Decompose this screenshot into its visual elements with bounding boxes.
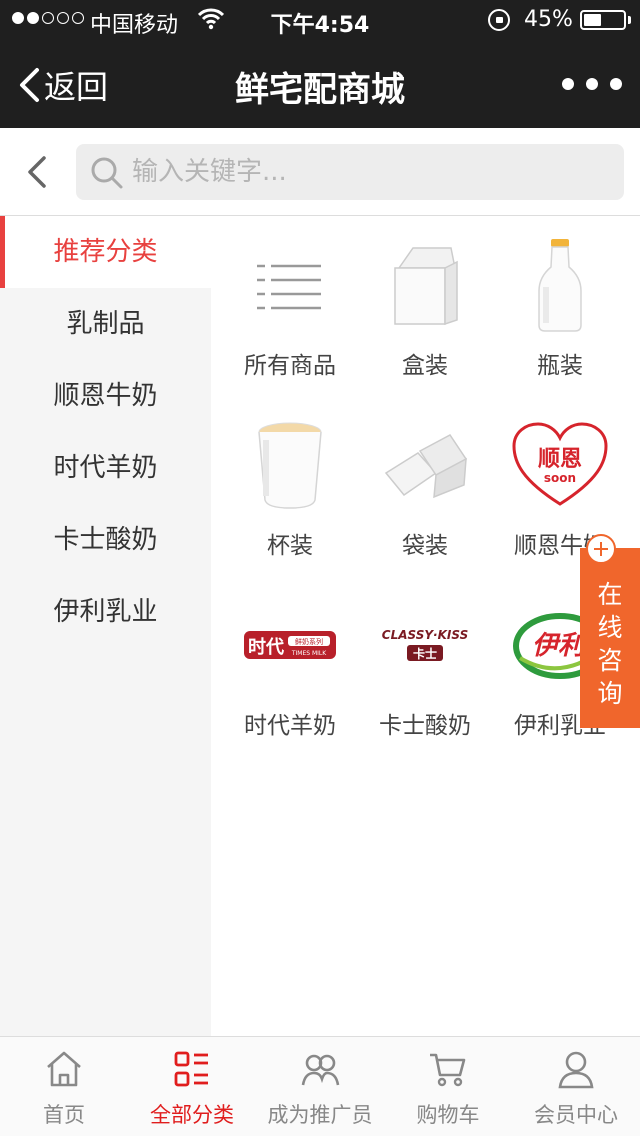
tab-cart[interactable]: 购物车	[384, 1037, 512, 1136]
shunen-logo: 顺恩 soon	[510, 410, 610, 520]
shidai-logo-sub: 鲜奶系列	[295, 637, 323, 646]
more-options-icon[interactable]	[562, 64, 622, 104]
grid-item-carton[interactable]: 盒装	[357, 230, 493, 400]
promoter-icon	[301, 1054, 340, 1086]
milk-bottle-icon	[510, 230, 610, 340]
tab-member-center[interactable]: 会员中心	[512, 1037, 640, 1136]
cart-icon	[430, 1053, 466, 1087]
sidebar-item-classykiss-yogurt[interactable]: 卡士酸奶	[0, 504, 211, 576]
grid-item-all-products[interactable]: 所有商品	[222, 230, 358, 400]
tab-all-categories[interactable]: 全部分类	[128, 1037, 256, 1136]
plus-icon[interactable]	[586, 534, 616, 564]
battery-percent: 45%	[524, 7, 573, 32]
chevron-left-icon	[28, 156, 46, 188]
shidai-logo-sub2: TIMES MILK	[291, 650, 327, 657]
grid-item-label: 杯装	[267, 533, 313, 559]
category-sidebar: 推荐分类 乳制品 顺恩牛奶 时代羊奶 卡士酸奶 伊利乳业	[0, 216, 211, 1036]
tab-label: 全部分类	[150, 1103, 234, 1127]
consult-label: 在线咨询	[597, 580, 623, 708]
tab-home[interactable]: 首页	[0, 1037, 128, 1136]
classykiss-logo: CLASSY·KISS 卡士	[375, 590, 475, 700]
sidebar-item-shidai-goat-milk[interactable]: 时代羊奶	[0, 432, 211, 504]
tab-label: 首页	[43, 1103, 85, 1127]
classykiss-logo-text: CLASSY·KISS	[382, 628, 468, 642]
shunen-logo-sub: soon	[544, 471, 576, 485]
online-consult-button[interactable]: 在线咨询	[580, 548, 640, 728]
back-label: 返回	[44, 68, 109, 106]
tab-label: 成为推广员	[267, 1103, 373, 1127]
battery-icon	[580, 10, 626, 30]
search-icon	[91, 157, 123, 189]
battery-cap	[628, 16, 631, 24]
grid-item-label: 时代羊奶	[244, 713, 336, 739]
milk-bag-icon	[375, 410, 475, 520]
grid-item-shidai[interactable]: 时代 鲜奶系列 TIMES MILK 时代羊奶	[222, 590, 358, 760]
grid-item-cup[interactable]: 杯装	[222, 410, 358, 580]
rotation-lock-icon	[488, 9, 510, 31]
grid-item-bottle[interactable]: 瓶装	[492, 230, 628, 400]
home-icon	[47, 1051, 81, 1087]
sidebar-item-yili[interactable]: 伊利乳业	[0, 576, 211, 648]
shidai-logo-text: 时代	[248, 637, 284, 658]
grid-item-classykiss[interactable]: CLASSY·KISS 卡士 卡士酸奶	[357, 590, 493, 760]
category-icon	[174, 1051, 208, 1087]
grid-item-label: 瓶装	[537, 353, 583, 379]
search-back-button[interactable]	[22, 152, 52, 192]
tab-label: 会员中心	[534, 1103, 618, 1127]
back-button[interactable]: 返回	[18, 62, 108, 108]
status-bar: 中国移动 下午4:54 45%	[0, 0, 640, 40]
milk-carton-icon	[375, 230, 475, 340]
search-input[interactable]	[132, 144, 612, 200]
tab-become-promoter[interactable]: 成为推广员	[256, 1037, 384, 1136]
sidebar-item-shunen-milk[interactable]: 顺恩牛奶	[0, 360, 211, 432]
grid-item-label: 袋装	[402, 533, 448, 559]
member-icon	[558, 1051, 594, 1089]
bottom-tab-bar: 首页 全部分类 成为推广员 购物车 会员中心	[0, 1036, 640, 1136]
milk-cup-icon	[240, 410, 340, 520]
grid-item-label: 卡士酸奶	[379, 713, 471, 739]
list-icon	[240, 230, 340, 340]
top-bar: 中国移动 下午4:54 45% 返回 鲜宅配商城	[0, 0, 640, 128]
grid-item-label: 盒装	[402, 353, 448, 379]
search-box[interactable]	[76, 144, 624, 200]
sidebar-item-dairy[interactable]: 乳制品	[0, 288, 211, 360]
sidebar-item-recommended[interactable]: 推荐分类	[0, 216, 211, 288]
grid-item-bag[interactable]: 袋装	[357, 410, 493, 580]
chevron-left-icon	[20, 68, 39, 102]
tab-label: 购物车	[416, 1103, 480, 1127]
shunen-logo-text: 顺恩	[538, 447, 582, 472]
classykiss-logo-sub: 卡士	[413, 646, 437, 661]
grid-item-label: 所有商品	[244, 353, 336, 379]
shidai-logo: 时代 鲜奶系列 TIMES MILK	[240, 590, 340, 700]
search-bar	[0, 128, 640, 216]
